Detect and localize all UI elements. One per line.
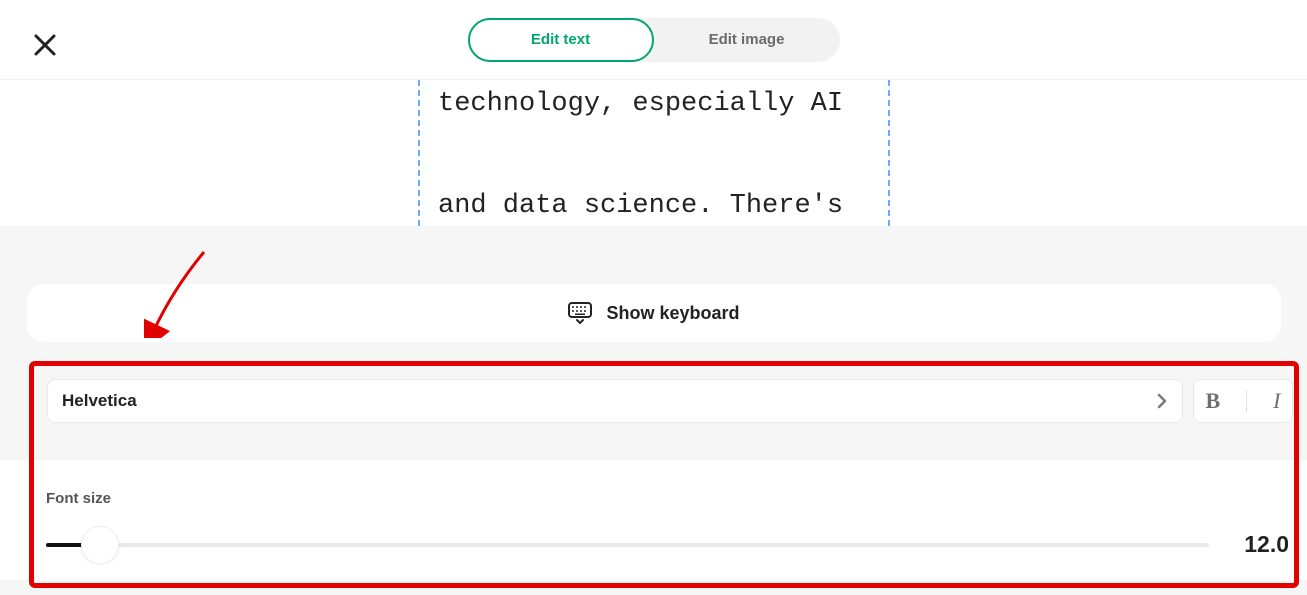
font-family-value: Helvetica: [62, 391, 1156, 411]
font-size-label: Font size: [46, 490, 1289, 507]
tab-edit-text[interactable]: Edit text: [468, 18, 654, 62]
font-size-section: Font size 12.0: [0, 460, 1307, 580]
bold-button[interactable]: B: [1201, 388, 1224, 414]
keyboard-icon: [568, 302, 592, 324]
font-family-selector[interactable]: Helvetica: [47, 379, 1183, 423]
edit-mode-tabs: Edit text Edit image: [468, 18, 840, 62]
close-button[interactable]: [34, 34, 56, 61]
format-panel: Show keyboard Helvetica B I Font size 12…: [0, 226, 1307, 595]
text-line: and data science. There's: [438, 188, 870, 224]
editable-text-block[interactable]: technology, especially AI and data scien…: [418, 80, 890, 226]
header-bar: Edit text Edit image: [0, 0, 1307, 80]
slider-thumb[interactable]: [81, 526, 119, 564]
font-size-value: 12.0: [1239, 531, 1289, 558]
show-keyboard-label: Show keyboard: [606, 303, 739, 324]
text-style-group: B I: [1193, 379, 1293, 423]
tab-edit-image[interactable]: Edit image: [654, 18, 840, 62]
show-keyboard-button[interactable]: Show keyboard: [27, 284, 1281, 342]
text-editor-area: technology, especially AI and data scien…: [0, 80, 1307, 226]
italic-button[interactable]: I: [1269, 388, 1284, 414]
divider: [1246, 390, 1247, 412]
text-line: technology, especially AI: [438, 86, 870, 122]
close-icon: [34, 34, 56, 56]
font-size-slider[interactable]: [46, 543, 1209, 547]
font-size-slider-row: 12.0: [46, 531, 1289, 558]
chevron-right-icon: [1156, 392, 1168, 410]
